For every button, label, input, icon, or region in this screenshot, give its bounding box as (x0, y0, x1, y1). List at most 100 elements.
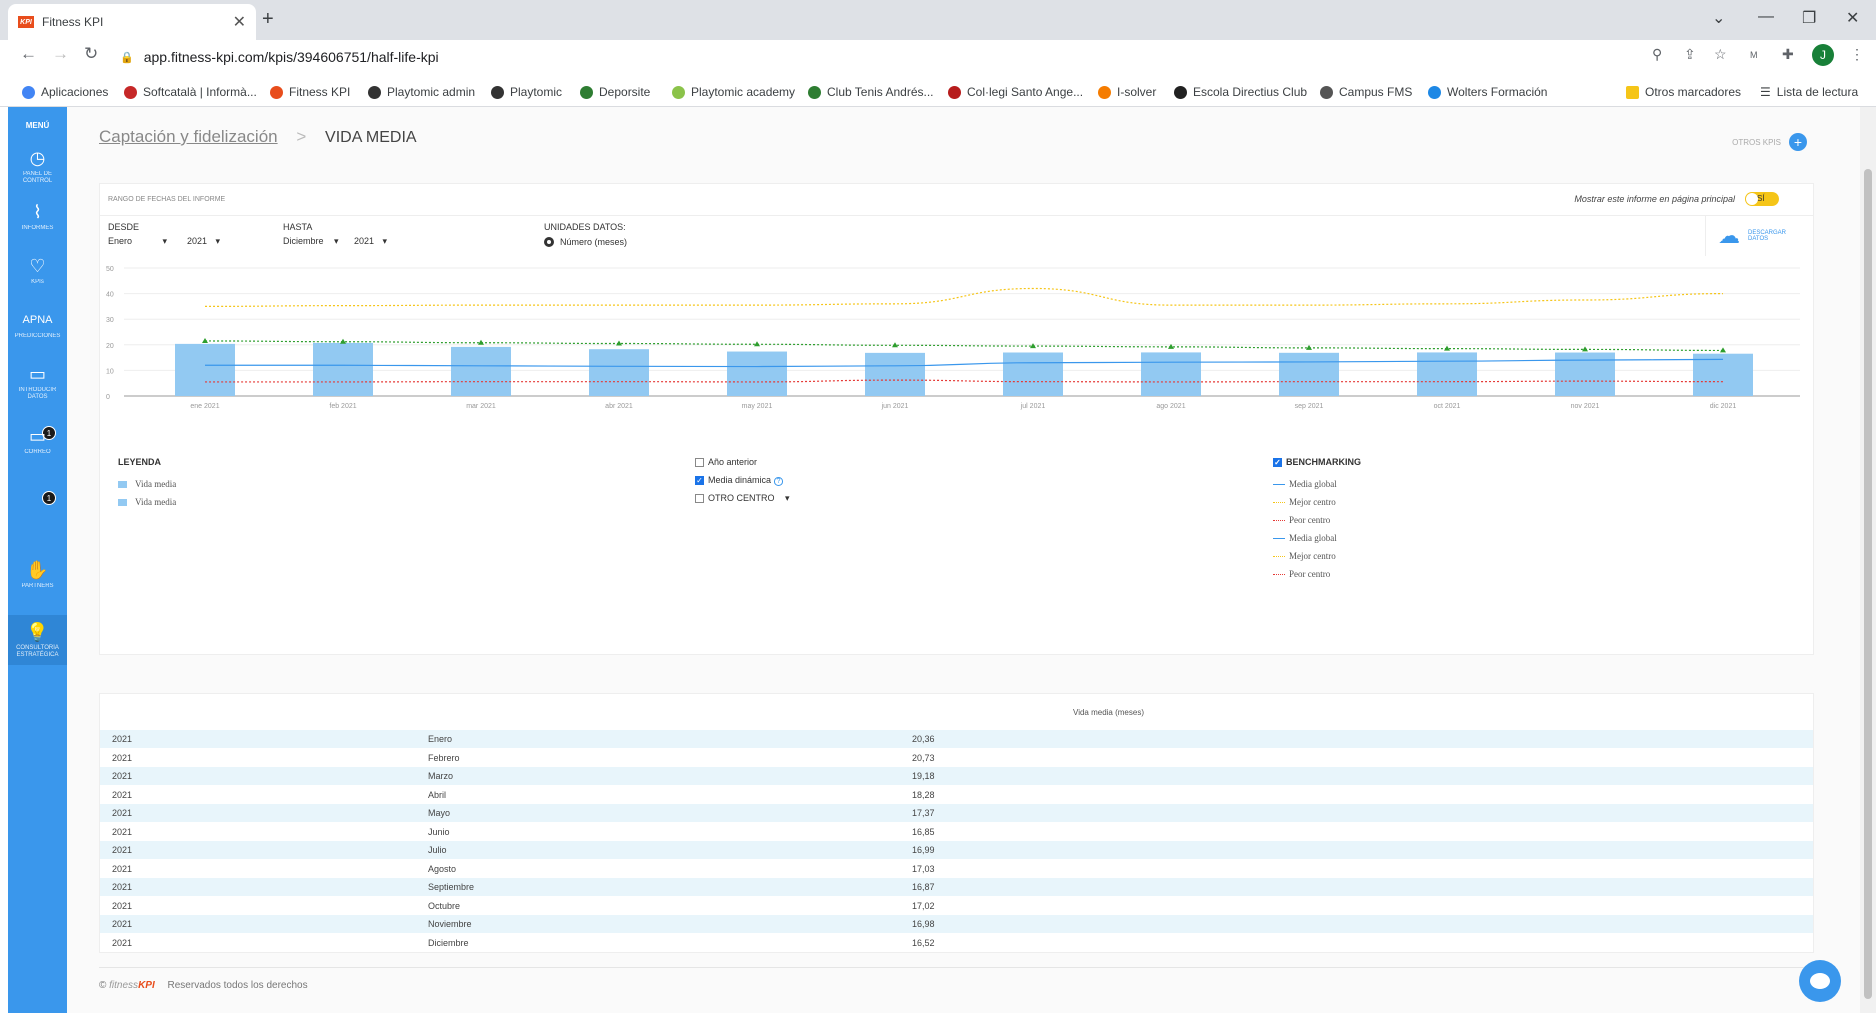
tab-search-icon[interactable]: ⌄ (1712, 8, 1725, 28)
table-cell-year: 2021 (112, 900, 133, 911)
show-main-toggle[interactable]: SÍ (1745, 192, 1779, 206)
extension-icon[interactable]: M (1750, 50, 1758, 60)
minimize-icon[interactable]: — (1758, 8, 1774, 26)
copyright-symbol: © (99, 980, 107, 991)
table-cell-value: 16,87 (912, 882, 935, 892)
bookmark-item[interactable]: Wolters Formación (1428, 85, 1547, 99)
bookmark-item[interactable]: Deporsite (580, 85, 650, 99)
star-icon[interactable]: ☆ (1714, 46, 1727, 63)
y-tick-label: 20 (106, 343, 114, 350)
bookmark-favicon-icon (1320, 85, 1333, 99)
address-bar[interactable]: 🔒 app.fitness-kpi.com/kpis/394606751/hal… (120, 45, 439, 69)
bookmark-item[interactable]: Aplicaciones (22, 85, 108, 99)
bar (865, 352, 925, 396)
hasta-year-select[interactable]: 2021 ▾ (354, 236, 387, 247)
bookmark-item[interactable]: Col·legi Santo Ange... (948, 85, 1083, 99)
puzzle-icon[interactable]: ✚ (1782, 46, 1794, 63)
unidades-radio[interactable]: Número (meses) (544, 237, 627, 247)
bar (1003, 352, 1063, 396)
bookmark-favicon-icon (1098, 85, 1111, 99)
table-row: 2021 Diciembre 16,52 (100, 934, 1813, 952)
bench-legend-item: Media global (1273, 479, 1361, 489)
chat-button[interactable] (1799, 960, 1841, 1002)
profile-avatar[interactable]: J (1812, 44, 1834, 66)
reload-icon[interactable]: ↻ (84, 44, 98, 64)
sidebar-item-informes[interactable]: ⌇ INFORMES (8, 201, 67, 232)
hasta-month-select[interactable]: Diciembre ▾ (283, 236, 339, 247)
breadcrumb-parent-link[interactable]: Captación y fidelización (99, 127, 278, 146)
share-icon[interactable]: ⇪ (1684, 46, 1696, 63)
sidebar-item-consultoria[interactable]: 💡 CONSULTORÍA ESTRATÉGICA (8, 615, 67, 665)
table-row: 2021 Enero 20,36 (100, 730, 1813, 748)
table-cell-month: Mayo (428, 808, 451, 818)
bookmark-item[interactable]: Fitness KPI (270, 85, 350, 99)
menu-dots-icon[interactable]: ⋮ (1850, 46, 1864, 63)
bookmark-item[interactable]: Escola Directius Club (1174, 85, 1307, 99)
browser-tab[interactable]: KPI Fitness KPI ✕ (8, 4, 256, 40)
desde-year-select[interactable]: 2021 ▾ (187, 236, 220, 247)
table-cell-month: Abril (428, 789, 447, 800)
legend-line-swatch (1273, 501, 1285, 503)
unidades-label: UNIDADES DATOS: (544, 222, 626, 232)
table-cell-month: Marzo (428, 771, 454, 781)
folder-icon (1626, 85, 1639, 99)
bookmark-item[interactable]: Playtomic admin (368, 85, 475, 99)
bookmark-item[interactable]: Playtomic (491, 85, 562, 99)
benchmarking-checkbox[interactable]: ✓ BENCHMARKING (1273, 457, 1361, 468)
bar (313, 342, 373, 396)
download-data-button[interactable]: ☁ DESCARGAR DATOS (1705, 216, 1813, 256)
report-card: RANGO DE FECHAS DEL INFORME Mostrar este… (99, 183, 1814, 655)
reading-list[interactable]: ☰ Lista de lectura (1760, 85, 1858, 99)
scrollbar[interactable] (1860, 107, 1876, 1013)
zoom-icon[interactable]: ⚲ (1652, 46, 1662, 63)
otro-centro-select[interactable]: OTRO CENTRO ▾ (695, 493, 790, 504)
sidebar-item-panel[interactable]: ◷ PANEL DE CONTROL (8, 147, 67, 185)
close-tab-icon[interactable]: ✕ (233, 12, 246, 32)
table-row: 2021 Mayo 17,37 (100, 804, 1813, 822)
bench-legend-item: Media global (1273, 533, 1361, 543)
table-cell-year: 2021 (112, 789, 133, 800)
restore-icon[interactable]: ❐ (1802, 8, 1816, 28)
table-cell-year: 2021 (112, 882, 133, 892)
other-bookmarks[interactable]: Otros marcadores (1626, 85, 1741, 99)
otros-kpis-button[interactable]: OTROS KPIS + (1732, 133, 1807, 151)
sidebar-item-introducir-datos[interactable]: ▭ INTRODUCIR DATOS (8, 363, 67, 401)
x-tick-label: abr 2021 (605, 403, 633, 410)
series-line (204, 287, 1724, 307)
sidebar-item-predicciones[interactable]: APNA PREDICCIONES (8, 309, 67, 340)
line-marker (1582, 346, 1588, 352)
anio-anterior-checkbox[interactable]: Año anterior (695, 457, 790, 468)
bench-legend-item: Peor centro (1273, 515, 1361, 525)
scrollbar-thumb[interactable] (1864, 169, 1872, 999)
desde-month-select[interactable]: Enero ▾ (108, 236, 167, 247)
anio-anterior-label: Año anterior (708, 457, 758, 467)
bookmark-favicon-icon (580, 85, 593, 99)
checkbox-icon (695, 458, 704, 468)
bookmark-item[interactable]: Campus FMS (1320, 85, 1412, 99)
forward-icon[interactable]: → (52, 44, 69, 64)
table-row: 2021 Septiembre 16,87 (100, 878, 1813, 896)
bookmark-item[interactable]: I-solver (1098, 85, 1156, 99)
table-cell-year: 2021 (112, 863, 133, 874)
x-tick-label: nov 2021 (1571, 403, 1600, 410)
bookmark-item[interactable]: Playtomic academy (672, 85, 795, 99)
x-tick-label: jun 2021 (881, 403, 909, 410)
x-tick-label: jul 2021 (1020, 403, 1046, 410)
bookmark-favicon-icon (672, 85, 685, 99)
sidebar-item-partners[interactable]: ✋ PARTNERS (8, 559, 67, 590)
x-tick-label: feb 2021 (329, 403, 356, 410)
legend-line-swatch (1273, 537, 1285, 539)
sidebar-menu-label[interactable]: MENÚ (8, 121, 67, 130)
checkbox-checked-icon: ✓ (695, 476, 704, 486)
desde-label: DESDE (108, 222, 140, 232)
sidebar-item-kpis[interactable]: ♡ KPIs (8, 255, 67, 286)
sidebar-item-correo[interactable]: ▭ CORREO (8, 425, 67, 456)
new-tab-icon[interactable]: + (262, 8, 274, 31)
media-dinamica-checkbox[interactable]: ✓ Media dinámica ? (695, 475, 790, 487)
bookmark-item[interactable]: Club Tenis Andrés... (808, 85, 934, 99)
bookmark-item[interactable]: Softcatalà | Informà... (124, 85, 257, 99)
x-tick-label: dic 2021 (1710, 403, 1737, 410)
help-icon[interactable]: ? (773, 477, 784, 487)
back-icon[interactable]: ← (20, 44, 37, 64)
close-window-icon[interactable]: ✕ (1846, 8, 1859, 28)
